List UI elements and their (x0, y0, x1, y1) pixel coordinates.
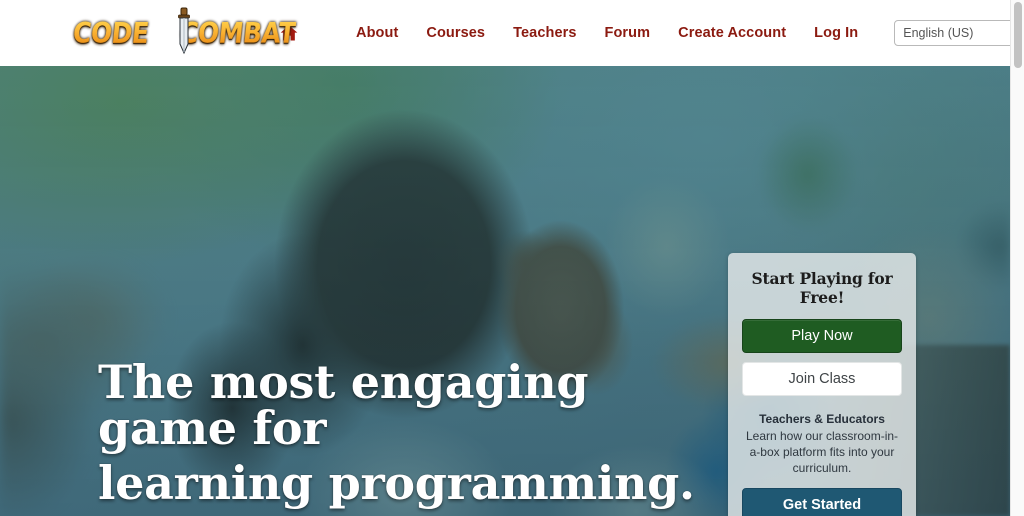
teachers-section-heading: Teachers & Educators (759, 412, 885, 426)
vertical-scrollbar-thumb[interactable] (1014, 2, 1022, 68)
language-select[interactable]: English (US) (894, 20, 1024, 46)
teachers-section-text: Learn how our classroom-in-a-box platfor… (745, 429, 899, 476)
language-selector-wrapper: English (US) (894, 20, 1024, 46)
nav-item-create-account[interactable]: Create Account (664, 19, 800, 47)
nav-item-forum[interactable]: Forum (591, 19, 665, 47)
play-now-button[interactable]: Play Now (742, 319, 902, 353)
nav-item-teachers[interactable]: Teachers (499, 19, 590, 47)
join-class-button[interactable]: Join Class (742, 362, 902, 396)
codecombat-logo: CODE COMBAT (71, 7, 297, 55)
hero-headline-line-1: The most engaging game for (98, 355, 589, 455)
cta-card-title: Start Playing for Free! (751, 269, 893, 307)
sword-icon (178, 7, 190, 55)
site-header: CODE COMBAT About Courses Teachers Forum… (0, 0, 1024, 66)
nav-item-about[interactable]: About (342, 19, 412, 47)
brand-logo-link[interactable]: CODE COMBAT (71, 7, 299, 55)
hero-headline: The most engaging game for learning prog… (98, 359, 718, 515)
nav-item-log-in[interactable]: Log In (800, 19, 872, 47)
cta-card: Start Playing for Free! Play Now Join Cl… (728, 253, 916, 516)
nav-item-courses[interactable]: Courses (412, 19, 499, 47)
hero-section: The most engaging game for learning prog… (0, 66, 1010, 516)
get-started-button[interactable]: Get Started (742, 488, 902, 516)
vertical-scrollbar-track[interactable] (1010, 0, 1024, 516)
logo-text-code: CODE (71, 16, 150, 50)
main-navigation: About Courses Teachers Forum Create Acco… (342, 19, 1024, 47)
page-root: CODE COMBAT About Courses Teachers Forum… (0, 0, 1024, 516)
logo-text-combat: COMBAT (178, 16, 297, 50)
hero-headline-line-2: learning programming. (98, 456, 695, 510)
